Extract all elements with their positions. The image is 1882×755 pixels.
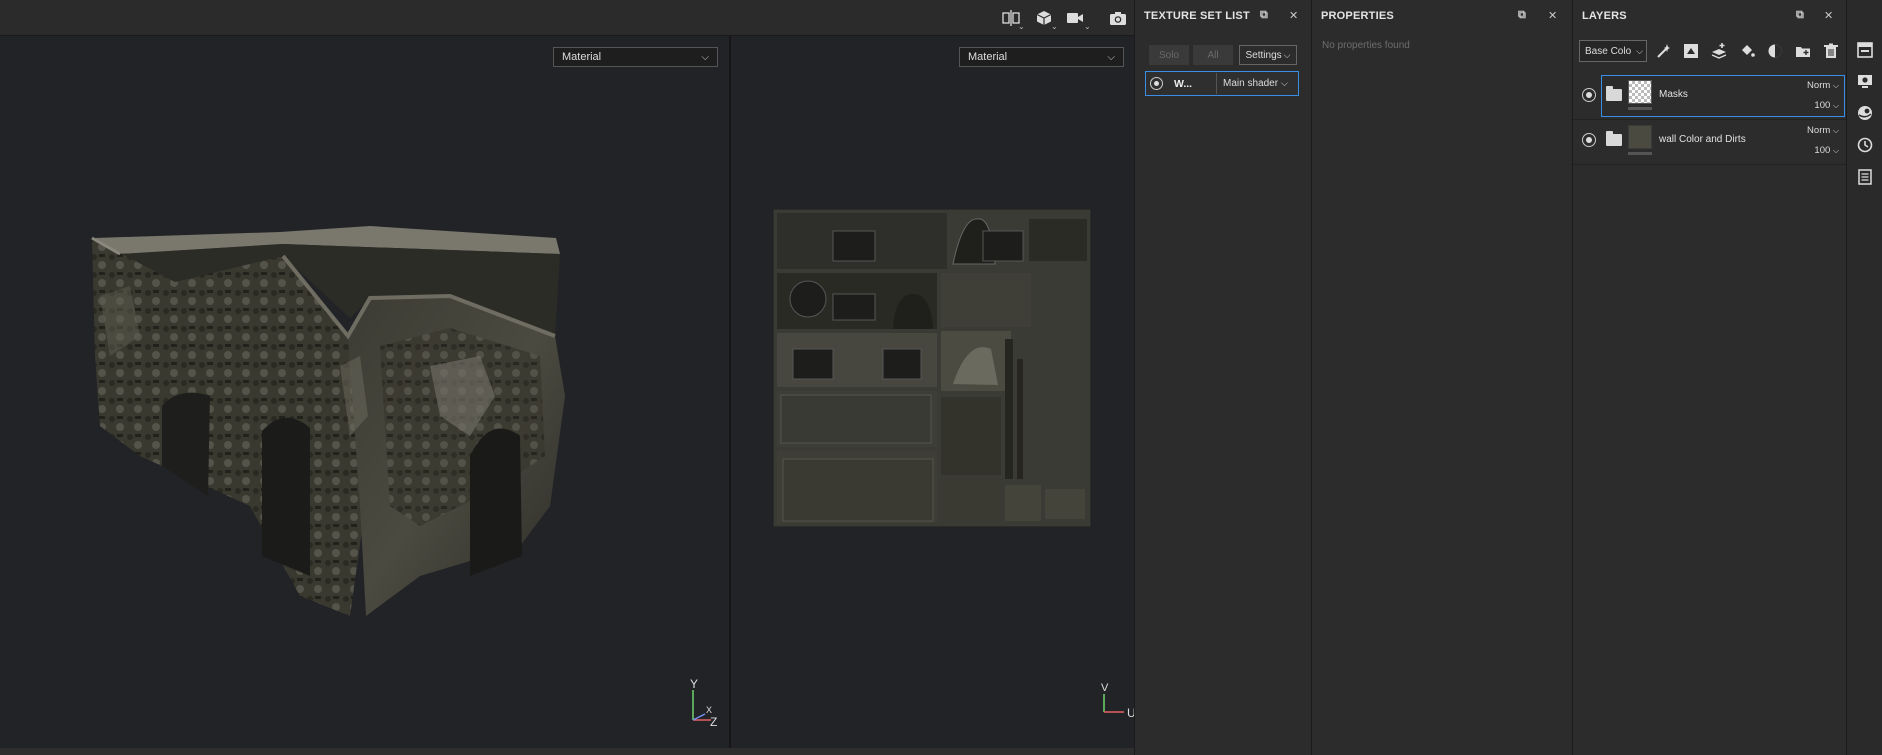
opacity-value: 100 xyxy=(1814,145,1831,156)
panel-title: PROPERTIES xyxy=(1321,10,1394,22)
channel-select[interactable]: Base Colo ⌵ xyxy=(1579,40,1647,62)
all-button[interactable]: All xyxy=(1193,45,1233,65)
mesh-render xyxy=(91,226,565,616)
layers-toolbar: Base Colo ⌵ xyxy=(1579,40,1843,62)
layers-panel: LAYERS ⧉ ✕ Base Colo ⌵ Masks Norm ⌵ 100 … xyxy=(1572,0,1847,755)
visibility-eye-icon[interactable] xyxy=(1150,77,1163,90)
mask-thumbnail-bar xyxy=(1628,107,1652,110)
panel-header: LAYERS ⧉ ✕ xyxy=(1573,0,1846,32)
history-icon[interactable] xyxy=(1857,137,1873,153)
folder-icon[interactable] xyxy=(1606,131,1622,146)
log-icon[interactable] xyxy=(1857,169,1873,185)
close-icon[interactable]: ✕ xyxy=(1548,9,1557,22)
status-strip xyxy=(0,748,1134,755)
folder-icon[interactable] xyxy=(1606,86,1622,101)
chevron-down-icon: ⌵ xyxy=(1107,51,1115,63)
layer-name: wall Color and Dirts xyxy=(1659,134,1746,145)
layer-thumbnail xyxy=(1628,125,1652,149)
opacity-value: 100 xyxy=(1814,100,1831,111)
blend-mode-label: Norm xyxy=(1807,125,1831,136)
uv-axis-gizmo: V U xyxy=(1101,682,1134,720)
visibility-eye-icon[interactable] xyxy=(1582,88,1596,102)
chevron-down-icon: ⌵ xyxy=(1832,146,1839,155)
settings-label: Settings xyxy=(1245,49,1282,61)
solo-button[interactable]: Solo xyxy=(1149,45,1189,65)
visibility-eye-icon[interactable] xyxy=(1582,133,1596,147)
axis-x-label: X xyxy=(706,705,712,715)
mask-thumbnail-bar xyxy=(1628,152,1652,155)
axis-z-label: Z xyxy=(710,715,717,728)
add-folder-icon[interactable] xyxy=(1793,41,1813,61)
axis-u-label: U xyxy=(1127,706,1134,720)
close-icon[interactable]: ✕ xyxy=(1824,9,1833,22)
viewport-2d-mode-select[interactable]: Material ⌵ xyxy=(959,47,1124,67)
panel-title: LAYERS xyxy=(1582,10,1627,22)
display-settings-icon[interactable] xyxy=(1857,73,1873,89)
axis-gizmo: Y X Z xyxy=(690,677,717,728)
chevron-down-icon[interactable]: ⌄ xyxy=(1051,22,1058,31)
camera-video-icon[interactable] xyxy=(1064,8,1086,28)
opacity-field[interactable]: 100 ⌵ xyxy=(1814,100,1839,111)
viewport-3d[interactable]: Material ⌵ Y X Z xyxy=(0,36,729,748)
blend-mode-label: Norm xyxy=(1807,80,1831,91)
channel-label: Base Colo xyxy=(1585,45,1632,57)
chevron-down-icon[interactable]: ⌄ xyxy=(1084,22,1091,31)
chevron-down-icon: ⌵ xyxy=(1636,45,1643,57)
close-icon[interactable]: ✕ xyxy=(1289,9,1298,22)
texture-set-name: W... xyxy=(1174,78,1193,90)
settings-dropdown[interactable]: Settings ⌵ xyxy=(1239,45,1297,65)
add-effect-icon[interactable] xyxy=(1653,41,1673,61)
divider xyxy=(1573,164,1847,165)
undock-icon[interactable]: ⧉ xyxy=(1796,9,1804,22)
chevron-down-icon: ⌵ xyxy=(1281,78,1288,88)
texture-set-list-panel: TEXTURE SET LIST ⧉ ✕ Solo All Settings ⌵… xyxy=(1134,0,1311,755)
undock-icon[interactable]: ⧉ xyxy=(1260,9,1268,22)
chevron-down-icon: ⌵ xyxy=(1832,81,1839,90)
shader-label: Main shader xyxy=(1223,78,1279,89)
panel-title: TEXTURE SET LIST xyxy=(1144,10,1250,22)
add-fill-layer-icon[interactable] xyxy=(1737,41,1757,61)
viewport-toolbar: ⌄ ⌄ ⌄ xyxy=(0,0,1134,36)
axis-v-label: V xyxy=(1101,682,1109,694)
blend-mode-select[interactable]: Norm ⌵ xyxy=(1807,80,1839,91)
uv-texture-preview xyxy=(773,209,1091,527)
add-layer-icon[interactable] xyxy=(1709,41,1729,61)
trash-icon[interactable] xyxy=(1821,41,1841,61)
layer-row-wall-color[interactable]: wall Color and Dirts Norm ⌵ 100 ⌵ xyxy=(1573,119,1847,164)
layer-name: Masks xyxy=(1659,89,1688,100)
chevron-down-icon[interactable]: ⌄ xyxy=(1018,22,1025,31)
panel-header: TEXTURE SET LIST ⧉ ✕ xyxy=(1135,0,1311,32)
undock-icon[interactable]: ⧉ xyxy=(1518,9,1526,22)
screenshot-icon[interactable] xyxy=(1107,8,1129,28)
properties-panel: PROPERTIES ⧉ ✕ No properties found xyxy=(1311,0,1572,755)
add-mask-icon[interactable] xyxy=(1765,41,1785,61)
empty-properties-text: No properties found xyxy=(1322,40,1410,51)
opacity-field[interactable]: 100 ⌵ xyxy=(1814,145,1839,156)
layer-row-masks[interactable]: Masks Norm ⌵ 100 ⌵ xyxy=(1573,74,1847,119)
texture-set-settings-icon[interactable] xyxy=(1857,42,1873,58)
viewport-2d-mode-label: Material xyxy=(968,51,1008,63)
chevron-down-icon: ⌵ xyxy=(1283,49,1291,60)
panel-header: PROPERTIES ⧉ ✕ xyxy=(1312,0,1572,32)
shader-settings-icon[interactable] xyxy=(1857,105,1873,121)
layer-thumbnail xyxy=(1628,80,1652,104)
blend-mode-select[interactable]: Norm ⌵ xyxy=(1807,125,1839,136)
viewport-2d[interactable]: Material ⌵ V U xyxy=(731,36,1134,748)
texture-set-item[interactable]: W... Main shader ⌵ xyxy=(1145,71,1299,96)
app-window: ⌄ ⌄ ⌄ Material ⌵ Y X Z Material ⌵ V U TE… xyxy=(0,0,1882,755)
add-smart-material-icon[interactable] xyxy=(1681,41,1701,61)
right-dock-sidebar xyxy=(1846,0,1882,755)
chevron-down-icon: ⌵ xyxy=(1832,126,1839,135)
chevron-down-icon: ⌵ xyxy=(1832,101,1839,110)
axis-y-label: Y xyxy=(690,677,698,691)
shader-dropdown[interactable]: Main shader ⌵ xyxy=(1216,73,1298,94)
